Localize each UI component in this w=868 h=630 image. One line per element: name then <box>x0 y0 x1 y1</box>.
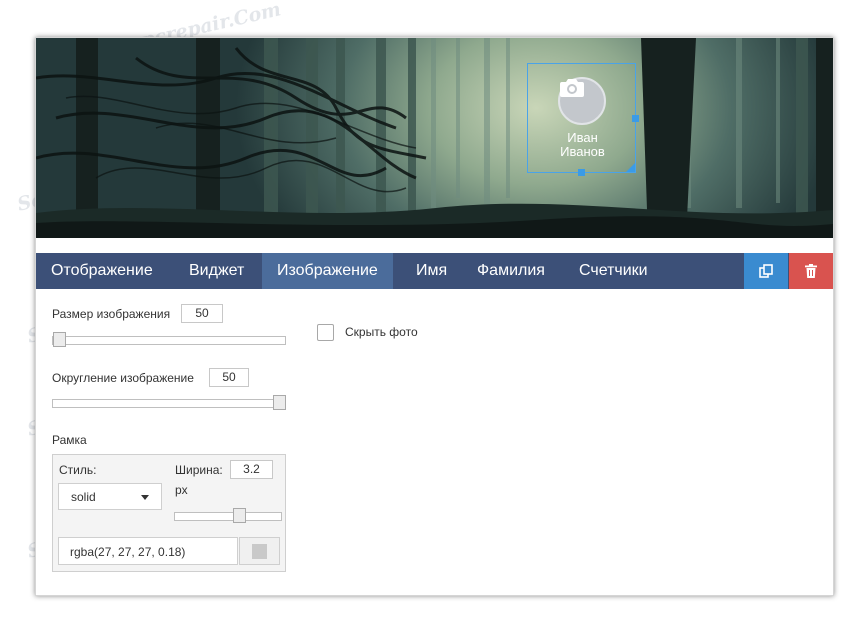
image-size-input[interactable]: 50 <box>181 304 223 323</box>
frame-width-slider[interactable] <box>174 508 282 523</box>
copy-icon <box>759 264 773 278</box>
rounding-slider-knob[interactable] <box>273 395 286 410</box>
image-size-label: Размер изображения <box>52 307 171 321</box>
chevron-down-icon <box>141 495 149 500</box>
profile-last-name: Иванов <box>560 144 605 159</box>
rounding-input[interactable]: 50 <box>209 368 249 387</box>
frame-color-input[interactable]: rgba(27, 27, 27, 0.18) <box>58 537 238 565</box>
frame-settings: Стиль: solid Ширина: 3.2 px rgba(27, 27,… <box>52 454 286 572</box>
profile-first-name: Иван <box>567 130 598 145</box>
color-swatch <box>252 544 267 559</box>
frame-width-unit: px <box>175 483 188 497</box>
hide-photo-checkbox[interactable] <box>317 324 334 341</box>
forest-illustration <box>36 38 833 238</box>
copy-button[interactable] <box>744 253 788 289</box>
frame-width-label: Ширина: <box>175 463 223 477</box>
widget-editor-panel: Иван Иванов Отображение Виджет Изображен… <box>35 37 834 596</box>
image-size-slider[interactable] <box>52 332 286 347</box>
avatar[interactable] <box>558 77 606 125</box>
resize-corner-handle[interactable] <box>626 163 635 172</box>
frame-style-value: solid <box>71 490 96 504</box>
delete-button[interactable] <box>789 253 833 289</box>
tab-display[interactable]: Отображение <box>36 253 168 289</box>
hide-photo-label: Скрыть фото <box>345 325 418 339</box>
rounding-slider[interactable] <box>52 395 286 410</box>
frame-width-input[interactable]: 3.2 <box>230 460 273 479</box>
cover-image: Иван Иванов <box>36 38 833 238</box>
frame-width-slider-knob[interactable] <box>233 508 246 523</box>
resize-handle-bottom[interactable] <box>578 169 585 176</box>
tab-bar: Отображение Виджет Изображение Имя Фамил… <box>36 253 833 289</box>
color-picker-button[interactable] <box>239 537 280 565</box>
image-size-slider-knob[interactable] <box>53 332 66 347</box>
frame-style-select[interactable]: solid <box>58 483 162 510</box>
frame-style-label: Стиль: <box>59 463 97 477</box>
resize-handle-right[interactable] <box>632 115 639 122</box>
image-settings: Размер изображения 50 Округление изображ… <box>36 289 833 595</box>
tab-image[interactable]: Изображение <box>262 253 393 289</box>
tab-counters[interactable]: Счетчики <box>564 253 663 289</box>
camera-icon <box>560 79 584 97</box>
avatar-selection-box[interactable]: Иван Иванов <box>527 63 639 176</box>
frame-section-label: Рамка <box>52 433 87 447</box>
tab-surname[interactable]: Фамилия <box>462 253 560 289</box>
rounding-label: Округление изображение <box>52 371 194 385</box>
tab-widget[interactable]: Виджет <box>174 253 259 289</box>
tab-name[interactable]: Имя <box>401 253 462 289</box>
trash-icon <box>805 264 817 278</box>
